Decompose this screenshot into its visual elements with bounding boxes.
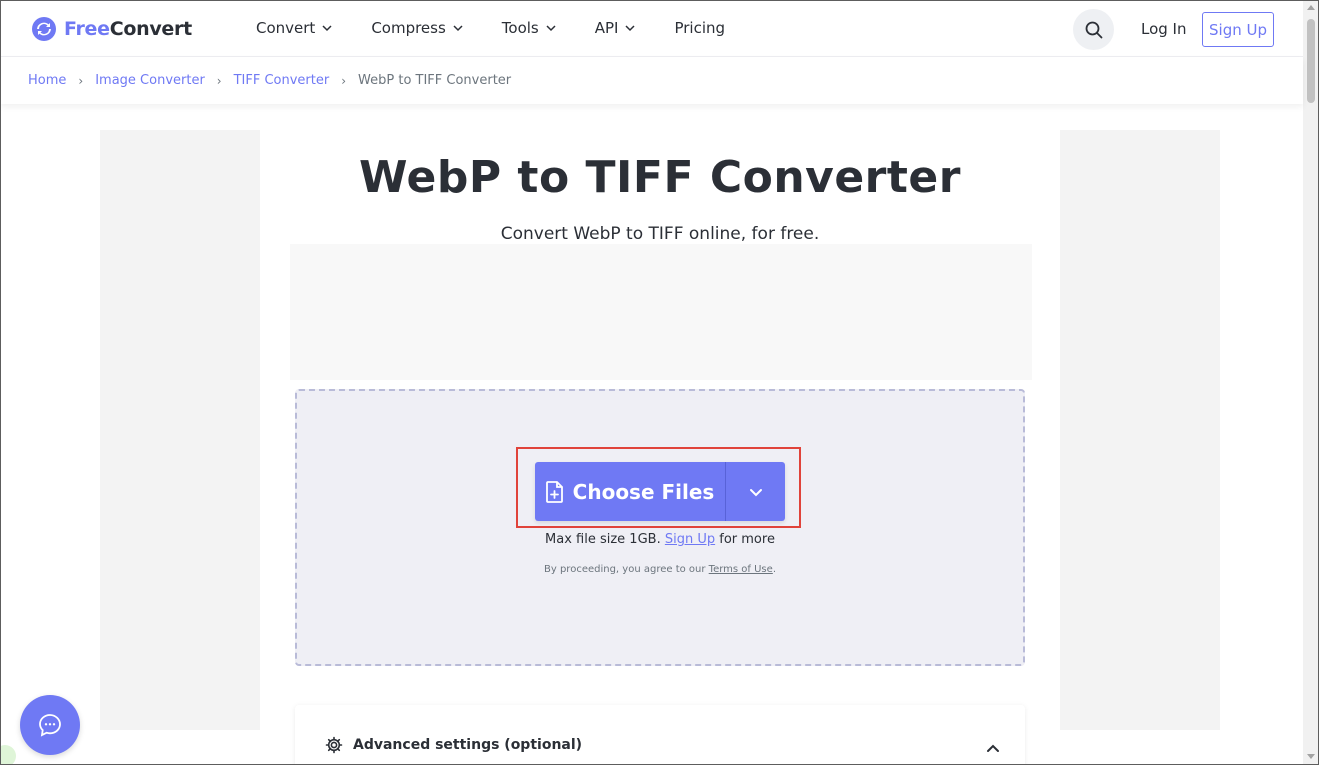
main-nav: Convert Compress Tools API Pricing xyxy=(256,19,763,37)
breadcrumb-tiff-converter[interactable]: TIFF Converter xyxy=(234,73,330,88)
signup-inline-link[interactable]: Sign Up xyxy=(665,532,715,547)
logo-refresh-icon xyxy=(32,17,56,41)
choose-files-button[interactable]: Choose Files xyxy=(535,462,725,521)
signup-button[interactable]: Sign Up xyxy=(1202,12,1274,47)
chevron-right-icon: › xyxy=(216,73,222,88)
advanced-settings-header: Advanced settings (optional) xyxy=(325,736,582,754)
chevron-down-icon xyxy=(625,25,636,32)
choose-files-group: Choose Files xyxy=(535,462,785,521)
chevron-right-icon: › xyxy=(78,73,84,88)
breadcrumb-bar: Home › Image Converter › TIFF Converter … xyxy=(1,57,1303,104)
left-ad-slot xyxy=(100,130,260,730)
chevron-right-icon: › xyxy=(341,73,347,88)
gear-icon xyxy=(325,736,343,754)
advanced-settings-label: Advanced settings (optional) xyxy=(353,737,583,753)
nav-convert-label: Convert xyxy=(256,19,316,37)
nav-pricing[interactable]: Pricing xyxy=(674,19,725,37)
scroll-up-arrow-icon[interactable] xyxy=(1307,5,1315,10)
upload-source-dropdown[interactable] xyxy=(726,462,785,521)
nav-api-label: API xyxy=(594,19,619,37)
nav-compress-label: Compress xyxy=(371,19,446,37)
advanced-settings-panel[interactable]: Advanced settings (optional) xyxy=(295,705,1025,765)
breadcrumb: Home › Image Converter › TIFF Converter … xyxy=(28,73,511,88)
breadcrumb-home[interactable]: Home xyxy=(28,73,66,88)
page-title: WebP to TIFF Converter xyxy=(359,152,961,203)
file-plus-icon xyxy=(545,480,563,503)
search-icon xyxy=(1085,21,1102,38)
right-ad-slot xyxy=(1060,130,1220,730)
breadcrumb-image-converter[interactable]: Image Converter xyxy=(95,73,205,88)
search-button[interactable] xyxy=(1073,9,1114,50)
nav-tools-label: Tools xyxy=(501,19,539,37)
file-dropzone[interactable] xyxy=(295,389,1025,666)
chat-icon xyxy=(39,714,61,737)
top-ad-slot xyxy=(290,244,1032,380)
max-size-suffix: for more xyxy=(719,532,775,547)
chevron-up-icon[interactable] xyxy=(985,740,1001,756)
chevron-down-icon xyxy=(453,25,463,32)
terms-of-use-link[interactable]: Terms of Use xyxy=(709,564,773,575)
nav-api[interactable]: API xyxy=(595,19,637,37)
terms-suffix: . xyxy=(772,564,776,575)
logo-text: FreeConvert xyxy=(64,18,192,40)
site-header: FreeConvert Convert Compress Tools API P… xyxy=(1,1,1303,57)
nav-pricing-label: Pricing xyxy=(674,19,726,37)
chevron-down-icon xyxy=(749,488,762,496)
nav-compress[interactable]: Compress xyxy=(371,19,463,37)
corner-decoration xyxy=(0,745,16,765)
terms-note: By proceeding, you agree to our Terms of… xyxy=(295,564,1025,575)
max-size-text: Max file size 1GB. xyxy=(545,532,661,547)
site-logo[interactable]: FreeConvert xyxy=(32,17,192,41)
scroll-down-arrow-icon[interactable] xyxy=(1307,754,1315,759)
terms-prefix: By proceeding, you agree to our xyxy=(544,564,706,575)
nav-tools[interactable]: Tools xyxy=(502,19,557,37)
chevron-down-icon xyxy=(322,25,332,32)
login-link[interactable]: Log In xyxy=(1141,20,1187,38)
vertical-scrollbar[interactable] xyxy=(1303,1,1318,764)
breadcrumb-current: WebP to TIFF Converter xyxy=(358,73,512,88)
chevron-down-icon xyxy=(546,25,556,32)
page-subtitle: Convert WebP to TIFF online, for free. xyxy=(500,224,820,244)
max-file-size-note: Max file size 1GB. Sign Up for more xyxy=(295,532,1025,547)
choose-files-label: Choose Files xyxy=(572,479,715,504)
nav-convert[interactable]: Convert xyxy=(256,19,333,37)
chat-button[interactable] xyxy=(20,695,80,755)
scroll-thumb[interactable] xyxy=(1307,19,1315,103)
